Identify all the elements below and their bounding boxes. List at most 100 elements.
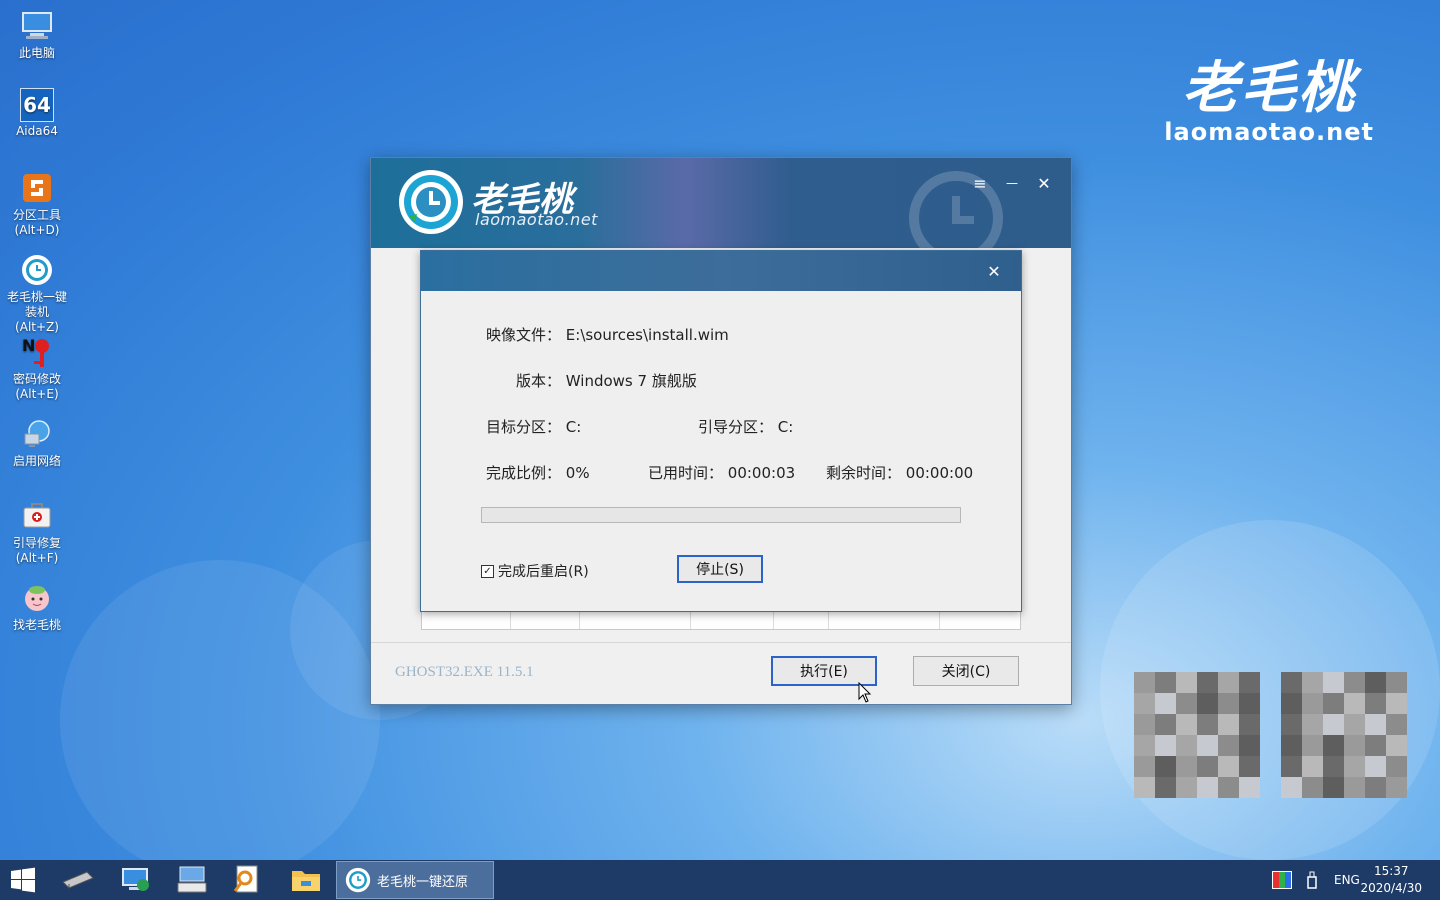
- mosaic-cell: [1344, 714, 1365, 735]
- close-icon[interactable]: ✕: [1032, 172, 1056, 194]
- taskbar-folder-icon[interactable]: [280, 860, 332, 900]
- boot-partition-value: C:: [777, 418, 794, 436]
- desktop-icon-label: 找老毛桃: [12, 618, 61, 632]
- mosaic-cell: [1302, 756, 1323, 777]
- target-partition-row: 目标分区： C:: [479, 416, 581, 437]
- mosaic-cell: [1386, 714, 1407, 735]
- mosaic-cell: [1176, 735, 1197, 756]
- mosaic-cell: [1134, 735, 1155, 756]
- taskbar-active-task[interactable]: 老毛桃一键还原: [336, 861, 494, 899]
- desktop-icon-label: 此电脑: [18, 46, 55, 60]
- peach-mascot-icon: [19, 580, 55, 616]
- mosaic-cell: [1176, 756, 1197, 777]
- mosaic-cell: [1176, 672, 1197, 693]
- desktop-icon-one-click-install[interactable]: 老毛桃一键 装机(Alt+Z): [4, 252, 70, 335]
- mosaic-cell: [1197, 756, 1218, 777]
- mosaic-cell: [1134, 714, 1155, 735]
- display-color-icon[interactable]: [1272, 871, 1292, 889]
- window-header: 老毛桃 laomaotao.net ≡ — ✕: [371, 158, 1071, 248]
- mosaic-cell: [1155, 672, 1176, 693]
- key-icon: N: [19, 334, 55, 370]
- partition-tool-icon: [19, 170, 55, 206]
- elapsed-row: 已用时间： 00:00:03: [641, 462, 795, 483]
- dialog-header: ✕: [421, 251, 1021, 291]
- mosaic-cell: [1176, 693, 1197, 714]
- checkbox-check-icon[interactable]: ✓: [481, 564, 494, 578]
- taskbar: 老毛桃一键还原 ENG 15:37 2020/4/30: [0, 860, 1440, 900]
- desktop-icon-label: 密码修改 (Alt+E): [12, 372, 61, 401]
- list-column-dividers: [422, 609, 1020, 629]
- taskbar-search-file-icon[interactable]: [220, 860, 272, 900]
- mosaic-cell: [1134, 672, 1155, 693]
- version-value: Windows 7 旗舰版: [565, 372, 697, 390]
- ghost-progress-dialog: ✕ 映像文件： E:\sources\install.wim 版本： Windo…: [420, 250, 1022, 612]
- taskbar-clock[interactable]: 15:37 2020/4/30: [1360, 863, 1422, 897]
- start-button[interactable]: [0, 860, 46, 900]
- restart-checkbox[interactable]: ✓ 完成后重启(R): [481, 561, 589, 581]
- target-partition-label: 目标分区：: [485, 418, 561, 436]
- mosaic-cell: [1323, 693, 1344, 714]
- mosaic-cell: [1239, 693, 1260, 714]
- desktop-icon-network[interactable]: 启用网络: [4, 416, 70, 469]
- close-button[interactable]: 关闭(C): [913, 656, 1019, 686]
- desktop-icon-boot-repair[interactable]: 引导修复 (Alt+F): [4, 498, 70, 566]
- mosaic-cell: [1281, 693, 1302, 714]
- mosaic-cell: [1344, 735, 1365, 756]
- brand-logo-url: laomaotao.net: [1164, 118, 1374, 146]
- taskbar-disk-icon[interactable]: [52, 860, 104, 900]
- mosaic-cell: [1155, 756, 1176, 777]
- mosaic-cell: [1218, 672, 1239, 693]
- mosaic-cell: [1239, 777, 1260, 798]
- ratio-label: 完成比例：: [485, 464, 561, 482]
- desktop-icon-partition-tool[interactable]: 分区工具 (Alt+D): [4, 170, 70, 238]
- aida64-glyph: 64: [23, 92, 51, 117]
- version-row: 版本： Windows 7 旗舰版: [479, 370, 697, 391]
- mosaic-cell: [1155, 735, 1176, 756]
- taskbar-keyboard-icon[interactable]: [166, 860, 218, 900]
- boot-partition-row: 引导分区： C:: [691, 416, 793, 437]
- mosaic-cell: [1302, 777, 1323, 798]
- mosaic-cell: [1197, 777, 1218, 798]
- desktop-icon-find-laomaotao[interactable]: 找老毛桃: [4, 580, 70, 633]
- first-aid-icon: [19, 498, 55, 534]
- taskbar-device-manager-icon[interactable]: [110, 860, 162, 900]
- mosaic-cell: [1239, 714, 1260, 735]
- mosaic-cell: [1386, 693, 1407, 714]
- mosaic-cell: [1344, 756, 1365, 777]
- mosaic-cell: [1302, 672, 1323, 693]
- ratio-row: 完成比例： 0%: [479, 462, 590, 483]
- mosaic-cell: [1134, 756, 1155, 777]
- window-title-en: laomaotao.net: [475, 210, 598, 229]
- brand-logo-cn: 老毛桃: [1182, 55, 1357, 121]
- mosaic-cell: [1281, 672, 1302, 693]
- mosaic-cell: [1386, 672, 1407, 693]
- mosaic-cell: [1323, 714, 1344, 735]
- mosaic-cell: [1302, 735, 1323, 756]
- desktop-icon-password-change[interactable]: N 密码修改 (Alt+E): [4, 334, 70, 402]
- aida64-icon: 64: [20, 88, 54, 122]
- mosaic-cell: [1155, 777, 1176, 798]
- minimize-icon[interactable]: —: [1000, 172, 1024, 194]
- image-file-label: 映像文件：: [485, 326, 561, 344]
- mosaic-cell: [1365, 777, 1386, 798]
- mosaic-cell: [1197, 735, 1218, 756]
- desktop-icon-this-pc[interactable]: 此电脑: [4, 8, 70, 61]
- mosaic-cell: [1218, 777, 1239, 798]
- stop-button[interactable]: 停止(S): [677, 555, 763, 583]
- mosaic-cell: [1302, 693, 1323, 714]
- mosaic-cell: [1323, 735, 1344, 756]
- desktop-icon-aida64[interactable]: 64 Aida64: [4, 88, 70, 139]
- mosaic-cell: [1239, 672, 1260, 693]
- mosaic-cell: [1281, 777, 1302, 798]
- remaining-label: 剩余时间：: [825, 464, 901, 482]
- dialog-close-icon[interactable]: ✕: [983, 260, 1005, 282]
- brand-logo: 老毛桃 laomaotao.net: [1164, 58, 1374, 146]
- menu-icon[interactable]: ≡: [968, 172, 992, 194]
- system-tray: ENG: [1272, 860, 1360, 900]
- image-file-value: E:\sources\install.wim: [565, 326, 729, 344]
- mosaic-cell: [1386, 756, 1407, 777]
- usb-icon[interactable]: [1306, 871, 1318, 889]
- language-indicator[interactable]: ENG: [1334, 873, 1360, 887]
- boot-partition-label: 引导分区：: [697, 418, 773, 436]
- mosaic-cell: [1365, 672, 1386, 693]
